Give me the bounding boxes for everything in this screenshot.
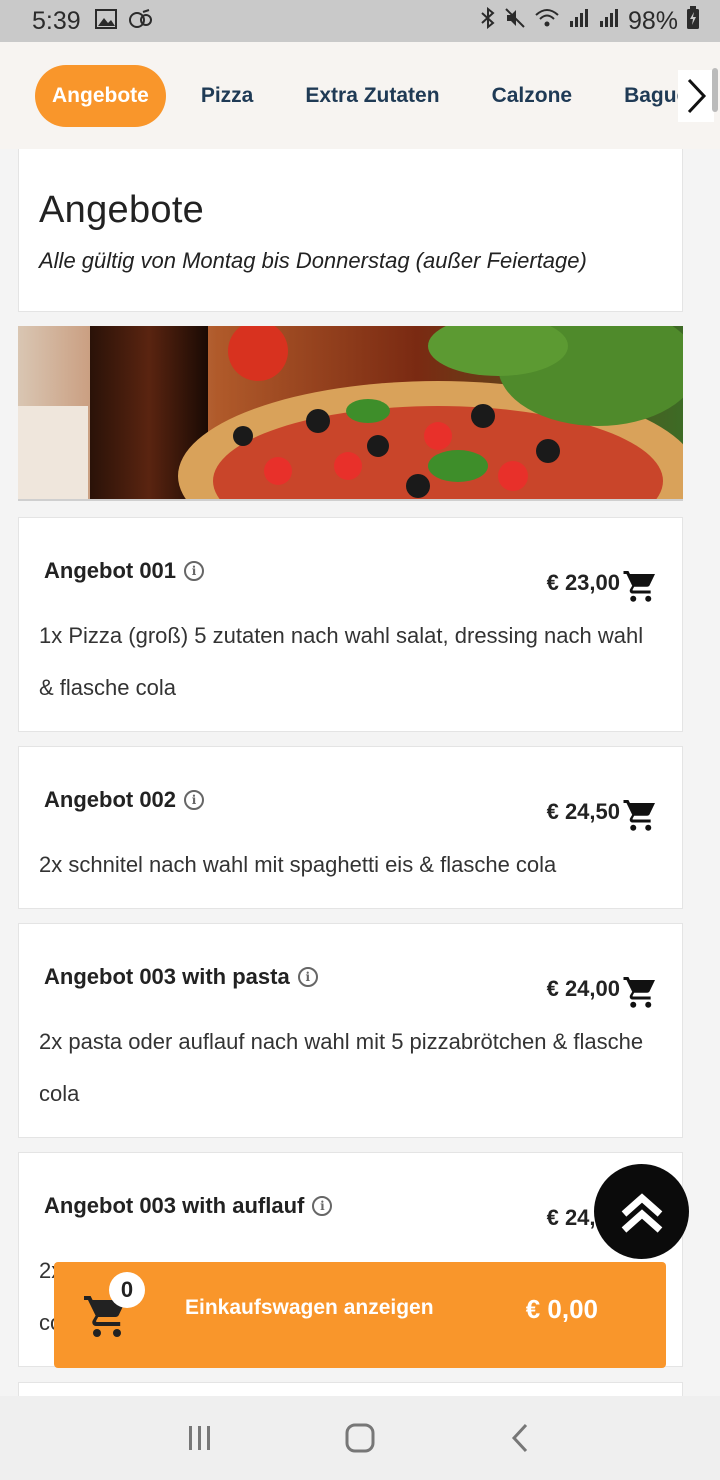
gallery-icon [94, 7, 117, 36]
item-name: Angebot 001 i [44, 558, 205, 584]
bluetooth-icon [480, 6, 496, 36]
double-chevron-up-icon [621, 1192, 662, 1233]
recents-button[interactable] [170, 1408, 230, 1468]
tab-pizza[interactable]: Pizza [184, 65, 271, 127]
item-price: € 24,50 [546, 799, 620, 824]
battery-icon [686, 5, 700, 37]
tab-calzone[interactable]: Calzone [475, 65, 590, 127]
item-price: € 23,00 [546, 570, 620, 595]
info-icon[interactable]: i [312, 1196, 333, 1216]
item-name-text: Angebot 001 [44, 558, 177, 583]
add-to-cart-icon[interactable] [622, 974, 658, 1010]
hero-image [18, 326, 683, 501]
system-nav-bar [0, 1396, 720, 1480]
mute-icon [504, 7, 526, 36]
category-tabs: Angebote Pizza Extra Zutaten Calzone Bag… [35, 65, 720, 127]
signal-icon [598, 7, 620, 36]
info-icon[interactable]: i [297, 967, 318, 987]
notification-icon [127, 7, 153, 36]
signal-icon [568, 7, 590, 36]
view-cart-button[interactable]: 0 Einkaufswagen anzeigen € 0,00 [54, 1262, 666, 1368]
item-description: 2x pasta oder auflauf nach wahl mit 5 pi… [39, 1029, 644, 1106]
chevron-right-icon [687, 78, 707, 114]
back-button[interactable] [490, 1408, 550, 1468]
tab-extra-zutaten[interactable]: Extra Zutaten [288, 65, 456, 127]
home-button[interactable] [330, 1408, 390, 1468]
menu-content: Angebote Alle gültig von Montag bis Donn… [18, 149, 683, 501]
menu-item[interactable]: Angebot 002 i € 24,50 2x schnitel nach w… [18, 746, 683, 909]
item-name: Angebot 003 with auflauf i [44, 1193, 333, 1219]
item-name: Angebot 002 i [44, 787, 205, 813]
add-to-cart-icon[interactable] [622, 568, 658, 604]
item-description: 2x schnitel nach wahl mit spaghetti eis … [39, 852, 557, 877]
section-header: Angebote Alle gültig von Montag bis Donn… [18, 149, 683, 312]
item-name-text: Angebot 002 [44, 787, 177, 812]
home-icon [345, 1423, 375, 1453]
status-time: 5:39 [32, 6, 81, 35]
cart-total: € 0,00 [525, 1294, 598, 1324]
menu-item[interactable]: Angebot 001 i € 23,00 1x Pizza (groß) 5 … [18, 517, 683, 732]
item-name-text: Angebot 003 with auflauf [44, 1193, 305, 1218]
item-name-text: Angebot 003 with pasta [44, 964, 290, 989]
battery-percent: 98% [627, 6, 678, 35]
menu-item[interactable]: Angebot 003 with pasta i € 24,00 2x past… [18, 923, 683, 1138]
recents-icon [189, 1426, 210, 1450]
tab-angebote[interactable]: Angebote [35, 65, 166, 127]
back-icon [511, 1423, 528, 1453]
add-to-cart-icon[interactable] [622, 797, 658, 833]
view-cart-label: Einkaufswagen anzeigen [185, 1296, 434, 1319]
scroll-top-button[interactable] [594, 1164, 689, 1259]
next-category-button[interactable] [678, 70, 714, 122]
cart-count-badge: 0 [109, 1272, 145, 1308]
section-subtitle: Alle gültig von Montag bis Donnerstag (a… [39, 248, 587, 273]
item-name: Angebot 003 with pasta i [44, 964, 318, 990]
item-price: € 24,00 [546, 976, 620, 1001]
category-nav: Angebote Pizza Extra Zutaten Calzone Bag… [0, 42, 720, 149]
status-bar: 5:39 98% [0, 0, 720, 42]
scrollbar[interactable] [712, 68, 718, 112]
info-icon[interactable]: i [184, 790, 205, 810]
info-icon[interactable]: i [184, 561, 205, 581]
wifi-icon [534, 7, 560, 36]
item-description: 1x Pizza (groß) 5 zutaten nach wahl sala… [39, 623, 644, 700]
section-title: Angebote [39, 189, 205, 231]
